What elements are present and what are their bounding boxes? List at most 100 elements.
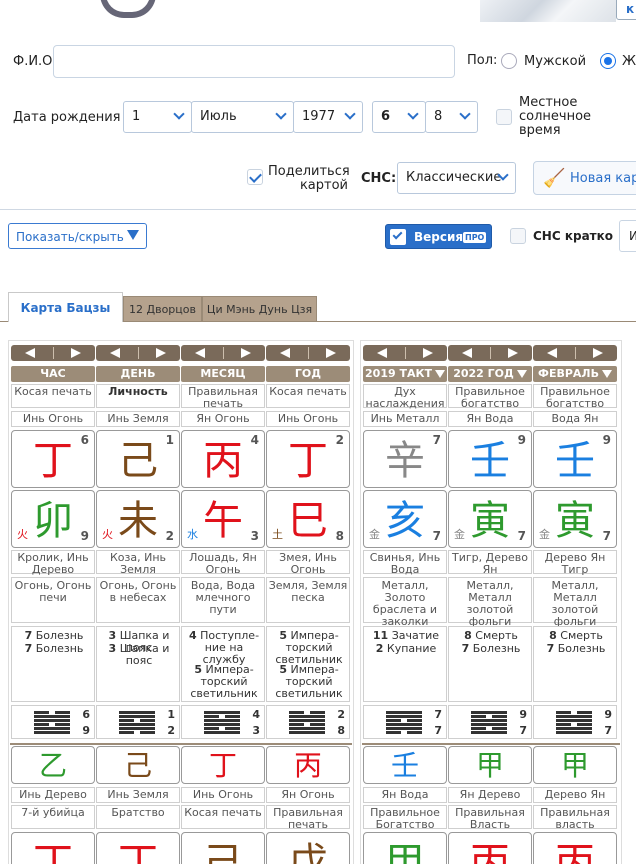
heavenly-stem-card[interactable]: 丙4: [181, 430, 265, 488]
hexagram-line: [119, 719, 134, 722]
pillar-nav[interactable]: [181, 345, 265, 361]
solar-time-checkbox[interactable]: [496, 109, 512, 125]
star-name: Болезнь: [35, 629, 84, 642]
gender-female-radio[interactable]: [600, 53, 616, 69]
sns-brief-checkbox[interactable]: [510, 228, 526, 244]
pillar-nav[interactable]: [96, 345, 180, 361]
star-item: 4 Поступле- ние на службу: [186, 630, 262, 666]
header-link[interactable]: к: [626, 2, 634, 16]
arrow-right-icon[interactable]: [508, 348, 518, 358]
star-item: 8 Смерть: [453, 630, 529, 642]
secondary-stem-card[interactable]: 丙: [533, 832, 617, 864]
star-name: Смерть: [560, 629, 603, 642]
pillar-header[interactable]: 2019 ТАКТ: [363, 366, 447, 382]
star-item: 8 Смерть: [538, 630, 614, 642]
pillar-nav[interactable]: [266, 345, 350, 361]
hidden-stem-glyph: 甲: [560, 749, 589, 782]
animal-label: Тигр, Дерево Ян: [448, 550, 532, 576]
secondary-stem-card[interactable]: 甲: [363, 832, 447, 864]
hexagram-line: [204, 731, 240, 734]
fio-input[interactable]: [53, 45, 455, 78]
arrow-right-icon[interactable]: [241, 348, 251, 358]
heavenly-stem-card[interactable]: 丁6: [11, 430, 95, 488]
share-line-2: картой: [299, 178, 348, 193]
day-select[interactable]: 1: [123, 101, 192, 133]
arrow-left-icon[interactable]: [547, 348, 557, 358]
sns-select[interactable]: Классические: [397, 162, 516, 194]
secondary-stem-card[interactable]: 己: [181, 832, 265, 864]
share-checkbox[interactable]: [247, 169, 263, 185]
earthly-branch-card[interactable]: 巳土8: [266, 490, 350, 548]
hexagram-line: [310, 711, 325, 714]
heavenly-stem-card[interactable]: 己1: [96, 430, 180, 488]
arrow-left-icon[interactable]: [462, 348, 472, 358]
year-select[interactable]: 1977: [293, 101, 363, 133]
minute-select[interactable]: 8: [425, 101, 478, 133]
branch-number: 9: [80, 529, 89, 543]
month-select[interactable]: Июль: [191, 101, 294, 133]
earthly-branch-card[interactable]: 寅金7: [448, 490, 532, 548]
heavenly-stem-card[interactable]: 壬9: [533, 430, 617, 488]
hexagram-line: [289, 719, 325, 722]
gender-male-label[interactable]: Мужской: [524, 54, 586, 69]
earthly-branch-card[interactable]: 寅金7: [533, 490, 617, 548]
hidden-stem-card[interactable]: 丁: [181, 746, 265, 784]
tab-qimen[interactable]: Ци Мэнь Дунь Цзя: [202, 296, 317, 322]
earthly-branch-card[interactable]: 未火2: [96, 490, 180, 548]
hidden-stem-card[interactable]: 己: [96, 746, 180, 784]
hexagram-cell: 12: [96, 705, 180, 739]
secondary-stem-card[interactable]: 戊: [266, 832, 350, 864]
tab-12-palaces[interactable]: 12 Дворцов: [123, 296, 202, 322]
pillar-header[interactable]: ФЕВРАЛЬ: [533, 366, 617, 382]
pillar-header[interactable]: 2022 ГОД: [448, 366, 532, 382]
sns-brief-label[interactable]: СНС кратко: [533, 229, 613, 243]
secondary-stem-card[interactable]: 丁: [11, 832, 95, 864]
chevron-down-icon: [459, 108, 471, 120]
pillar-header-label: ФЕВРАЛЬ: [538, 367, 599, 380]
arrow-left-icon[interactable]: [195, 348, 205, 358]
arrow-left-icon[interactable]: [25, 348, 35, 358]
gender-male-radio[interactable]: [501, 53, 517, 69]
pillar-nav[interactable]: [448, 345, 532, 361]
share-label[interactable]: Поделиться картой: [268, 165, 350, 193]
hidden-stem-card[interactable]: 丙: [266, 746, 350, 784]
arrow-left-icon[interactable]: [110, 348, 120, 358]
tab-bazi[interactable]: Карта Бацзы: [8, 292, 123, 322]
show-hide-button[interactable]: Показать/скрыть: [8, 223, 147, 249]
heavenly-stem-card[interactable]: 丁2: [266, 430, 350, 488]
hour-select[interactable]: 6: [372, 101, 426, 133]
year-value: 1977: [302, 109, 336, 124]
secondary-stem-card[interactable]: 丙: [448, 832, 532, 864]
earthly-branch-card[interactable]: 亥金7: [363, 490, 447, 548]
version-toggle[interactable]: Версия ПРО: [385, 224, 492, 249]
earthly-branch-card[interactable]: 午水3: [181, 490, 265, 548]
new-card-button[interactable]: 🧹 Новая карт: [533, 161, 636, 195]
heavenly-stem-card[interactable]: 壬9: [448, 430, 532, 488]
secondary-stem-card[interactable]: 丁: [96, 832, 180, 864]
earthly-branch-card[interactable]: 卯火9: [11, 490, 95, 548]
arrow-left-icon[interactable]: [280, 348, 290, 358]
solar-time-label[interactable]: Местное солнечное время: [519, 96, 591, 138]
arrow-right-icon[interactable]: [71, 348, 81, 358]
hidden-stem-card[interactable]: 甲: [533, 746, 617, 784]
hidden-god-label: Братство: [96, 805, 180, 829]
more-select[interactable]: И: [619, 220, 636, 252]
pillar-nav[interactable]: [363, 345, 447, 361]
arrow-right-icon[interactable]: [423, 348, 433, 358]
gender-female-label[interactable]: Же: [622, 54, 636, 69]
triangle-down-icon: [516, 370, 527, 378]
hidden-stem-card[interactable]: 乙: [11, 746, 95, 784]
pillar-nav[interactable]: [11, 345, 95, 361]
pillar-nav[interactable]: [533, 345, 617, 361]
arrow-right-icon[interactable]: [593, 348, 603, 358]
arrow-right-icon[interactable]: [326, 348, 336, 358]
heavenly-stem-card[interactable]: 辛7: [363, 430, 447, 488]
animal-label: Лошадь, Ян Огонь: [181, 550, 265, 576]
hidden-stem-card[interactable]: 甲: [448, 746, 532, 784]
arrow-left-icon[interactable]: [377, 348, 387, 358]
branch-number: 8: [335, 529, 344, 543]
hidden-stem-card[interactable]: 壬: [363, 746, 447, 784]
hexagram-line: [289, 727, 325, 730]
arrow-right-icon[interactable]: [156, 348, 166, 358]
pillar-header-label: ГОД: [294, 367, 322, 380]
